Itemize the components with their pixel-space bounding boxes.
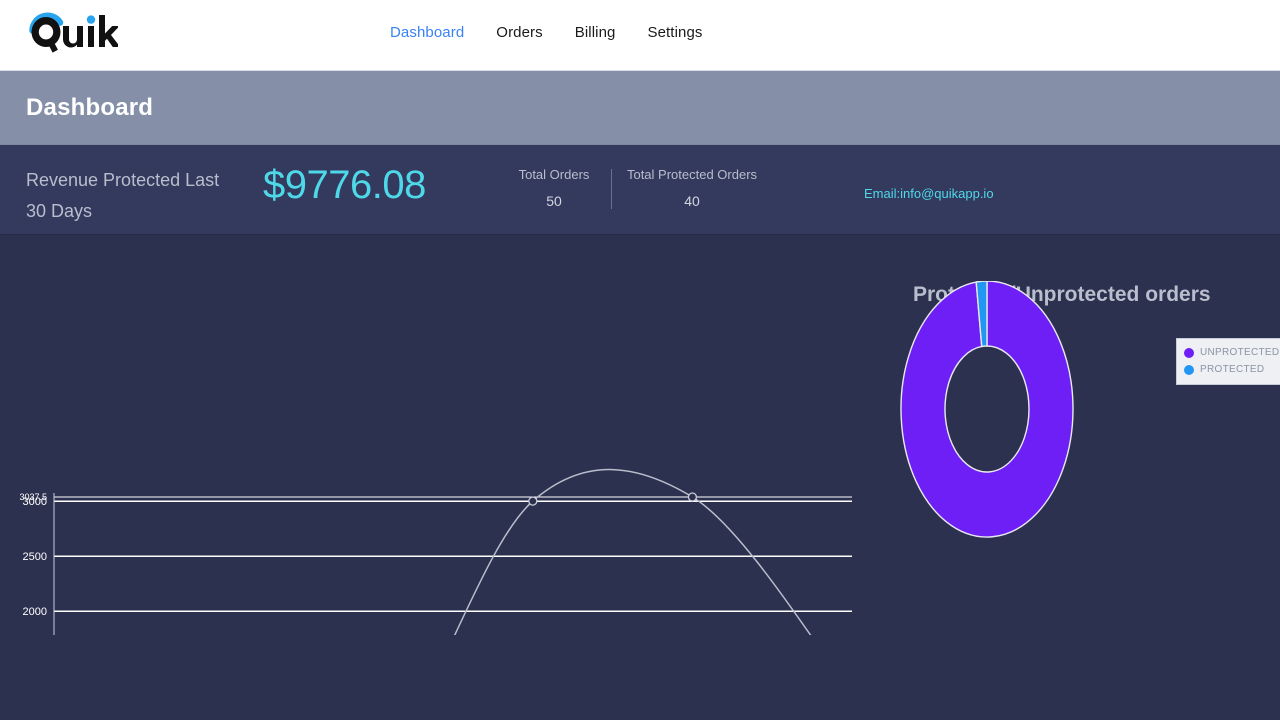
revenue-protected-value: $9776.08 <box>263 163 426 207</box>
total-orders-value: 50 <box>546 193 562 209</box>
nav-item-orders[interactable]: Orders <box>496 24 542 41</box>
legend-color-dot-protected <box>1184 364 1194 375</box>
charts-area: 0500100015002000250030003037.508 /1308 /… <box>0 235 1280 700</box>
stats-strip: Revenue Protected Last 30 Days $9776.08 … <box>0 145 1280 235</box>
stat-divider <box>611 169 612 209</box>
total-protected-orders-stat: Total Protected Orders 40 <box>622 167 762 209</box>
brand-logo[interactable] <box>22 6 118 62</box>
nav-item-settings[interactable]: Settings <box>647 24 702 41</box>
revenue-line-chart: 0500100015002000250030003037.508 /1308 /… <box>0 235 880 635</box>
nav-links: Dashboard Orders Billing Settings <box>390 24 702 41</box>
total-protected-orders-value: 40 <box>684 193 700 209</box>
legend-label-unprotected: UNPROTECTED <box>1200 347 1280 358</box>
total-protected-orders-label: Total Protected Orders <box>626 167 758 182</box>
total-orders-stat: Total Orders 50 <box>500 167 608 209</box>
svg-text:2500: 2500 <box>23 551 47 563</box>
page-title-band: Dashboard <box>0 71 1280 145</box>
top-navbar: Dashboard Orders Billing Settings <box>0 0 1280 71</box>
svg-text:2000: 2000 <box>23 606 47 618</box>
page-title: Dashboard <box>26 93 154 121</box>
revenue-protected-label: Revenue Protected Last 30 Days <box>26 170 220 221</box>
legend-color-dot-unprotected <box>1184 347 1194 358</box>
legend-item-protected[interactable]: PROTECTED <box>1184 361 1279 378</box>
support-email-link[interactable]: Email:info@quikapp.io <box>864 186 994 201</box>
line-chart-svg: 0500100015002000250030003037.508 /1308 /… <box>19 468 852 635</box>
nav-item-dashboard[interactable]: Dashboard <box>390 24 464 41</box>
legend-item-unprotected[interactable]: UNPROTECTED <box>1184 344 1279 361</box>
svg-text:3037.5: 3037.5 <box>19 492 47 502</box>
donut-legend: UNPROTECTED PROTECTED <box>1176 338 1280 385</box>
legend-label-protected: PROTECTED <box>1200 364 1265 375</box>
total-orders-label: Total Orders <box>518 167 590 182</box>
nav-item-billing[interactable]: Billing <box>575 24 616 41</box>
donut-svg <box>900 281 1074 538</box>
quik-logo-icon <box>29 12 118 53</box>
protected-unprotected-donut-chart: Protected/Unprotected orders UNPROTECTED… <box>880 235 1280 635</box>
